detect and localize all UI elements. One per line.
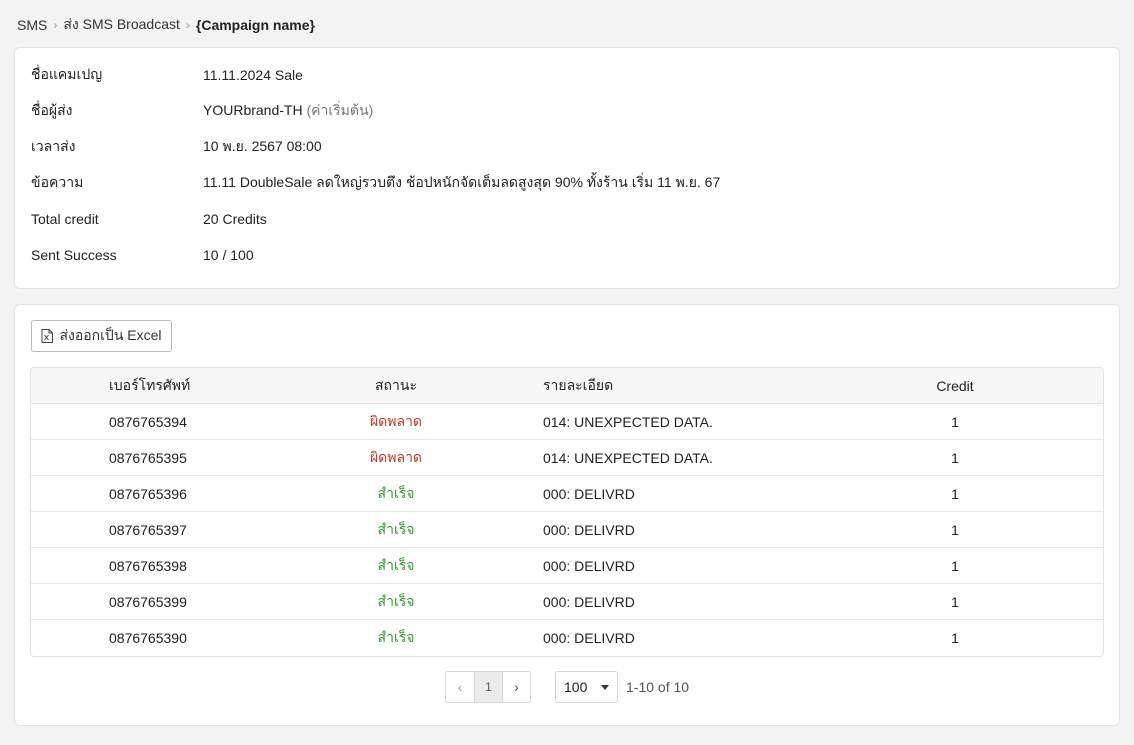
cell-status: ผิดพลาด [369, 413, 423, 429]
chevron-right-icon: › [53, 18, 58, 32]
cell-credit: 1 [951, 594, 959, 610]
info-value: 10 / 100 [203, 247, 254, 263]
info-value: YOURbrand-TH (ค่าเริ่มต้น) [203, 100, 373, 122]
cell-detail: 000: DELIVRD [543, 522, 635, 538]
info-row-sent-success: Sent Success 10 / 100 [31, 245, 254, 265]
header-status[interactable]: สถานะ [311, 368, 481, 404]
cell-detail: 000: DELIVRD [543, 486, 635, 502]
cell-credit: 1 [951, 522, 959, 538]
info-value: 11.11.2024 Sale [203, 67, 303, 83]
pagination: ‹ 1 › 100 1-10 of 10 [445, 671, 689, 703]
cell-credit: 1 [951, 558, 959, 574]
cell-status: สำเร็จ [377, 485, 415, 501]
cell-detail: 000: DELIVRD [543, 630, 635, 646]
header-detail[interactable]: รายละเอียด [543, 368, 613, 404]
sender-name: YOURbrand-TH [203, 102, 303, 118]
cell-detail: 000: DELIVRD [543, 558, 635, 574]
cell-credit: 1 [951, 414, 959, 430]
page-size-select[interactable]: 100 [555, 671, 618, 703]
chevron-right-icon: › [185, 18, 190, 32]
info-label: Total credit [31, 211, 99, 227]
table-row: 0876765397 สำเร็จ 000: DELIVRD 1 [31, 512, 1103, 548]
info-value: 10 พ.ย. 2567 08:00 [203, 138, 322, 154]
chevron-right-icon: › [514, 679, 519, 695]
table-row: 0876765390 สำเร็จ 000: DELIVRD 1 [31, 620, 1103, 656]
prev-page-button[interactable]: ‹ [446, 672, 474, 702]
cell-status: สำเร็จ [377, 557, 415, 573]
header-phone[interactable]: เบอร์โทรศัพท์ [109, 368, 190, 404]
page-size-value: 100 [564, 679, 588, 695]
info-value: 11.11 DoubleSale ลดใหญ่รวบตึง ช้อปหนักจั… [203, 174, 721, 190]
cell-phone: 0876765398 [109, 558, 187, 574]
pagination-range: 1-10 of 10 [626, 679, 690, 695]
cell-status: สำเร็จ [377, 521, 415, 537]
info-label: ชื่อผู้ส่ง [31, 102, 73, 118]
cell-credit: 1 [951, 450, 959, 466]
cell-phone: 0876765395 [109, 450, 187, 466]
info-label: เวลาส่ง [31, 138, 76, 154]
info-row-campaign-name: ชื่อแคมเปญ 11.11.2024 Sale [31, 65, 303, 85]
breadcrumb-item-broadcast[interactable]: ส่ง SMS Broadcast [63, 14, 180, 36]
info-row-message: ข้อความ 11.11 DoubleSale ลดใหญ่รวบตึง ช้… [31, 173, 720, 193]
cell-credit: 1 [951, 630, 959, 646]
campaign-info-card: ชื่อแคมเปญ 11.11.2024 Sale ชื่อผู้ส่ง YO… [14, 47, 1120, 289]
breadcrumb-item-sms[interactable]: SMS [17, 17, 47, 33]
info-value: 20 Credits [203, 211, 267, 227]
cell-detail: 014: UNEXPECTED DATA. [543, 414, 713, 430]
results-card: ส่งออกเป็น Excel เบอร์โทรศัพท์ สถานะ ราย… [14, 304, 1120, 726]
page-number-button[interactable]: 1 [474, 672, 502, 702]
info-label: ชื่อแคมเปญ [31, 66, 103, 82]
results-table: เบอร์โทรศัพท์ สถานะ รายละเอียด Credit 08… [30, 367, 1104, 657]
table-body: 0876765394 ผิดพลาด 014: UNEXPECTED DATA. 1 0… [31, 404, 1103, 656]
cell-detail: 014: UNEXPECTED DATA. [543, 450, 713, 466]
info-label: Sent Success [31, 247, 117, 263]
cell-phone: 0876765394 [109, 414, 187, 430]
page-buttons: ‹ 1 › [445, 671, 531, 703]
table-row: 0876765398 สำเร็จ 000: DELIVRD 1 [31, 548, 1103, 584]
export-excel-button[interactable]: ส่งออกเป็น Excel [31, 320, 172, 352]
info-row-total-credit: Total credit 20 Credits [31, 209, 267, 229]
cell-status: สำเร็จ [377, 629, 415, 645]
breadcrumb: SMS › ส่ง SMS Broadcast › {Campaign name… [17, 16, 315, 34]
caret-down-icon [601, 684, 609, 690]
info-row-sender: ชื่อผู้ส่ง YOURbrand-TH (ค่าเริ่มต้น) [31, 101, 373, 121]
cell-credit: 1 [951, 486, 959, 502]
table-row: 0876765395 ผิดพลาด 014: UNEXPECTED DATA. 1 [31, 440, 1103, 476]
info-label: ข้อความ [31, 174, 84, 190]
header-credit[interactable]: Credit [881, 368, 1029, 404]
chevron-left-icon: ‹ [457, 679, 463, 695]
cell-status: ผิดพลาด [369, 449, 423, 465]
cell-detail: 000: DELIVRD [543, 594, 635, 610]
excel-file-icon [41, 329, 54, 343]
table-row: 0876765396 สำเร็จ 000: DELIVRD 1 [31, 476, 1103, 512]
export-excel-label: ส่งออกเป็น Excel [59, 327, 162, 343]
table-row: 0876765399 สำเร็จ 000: DELIVRD 1 [31, 584, 1103, 620]
cell-phone: 0876765390 [109, 630, 187, 646]
cell-phone: 0876765397 [109, 522, 187, 538]
cell-status: สำเร็จ [377, 593, 415, 609]
table-header: เบอร์โทรศัพท์ สถานะ รายละเอียด Credit [31, 368, 1103, 404]
next-page-button[interactable]: › [502, 672, 530, 702]
cell-phone: 0876765396 [109, 486, 187, 502]
info-row-send-time: เวลาส่ง 10 พ.ย. 2567 08:00 [31, 137, 322, 157]
table-row: 0876765394 ผิดพลาด 014: UNEXPECTED DATA. 1 [31, 404, 1103, 440]
sender-default-note: (ค่าเริ่มต้น) [306, 102, 374, 118]
breadcrumb-current: {Campaign name} [195, 17, 315, 33]
cell-phone: 0876765399 [109, 594, 187, 610]
